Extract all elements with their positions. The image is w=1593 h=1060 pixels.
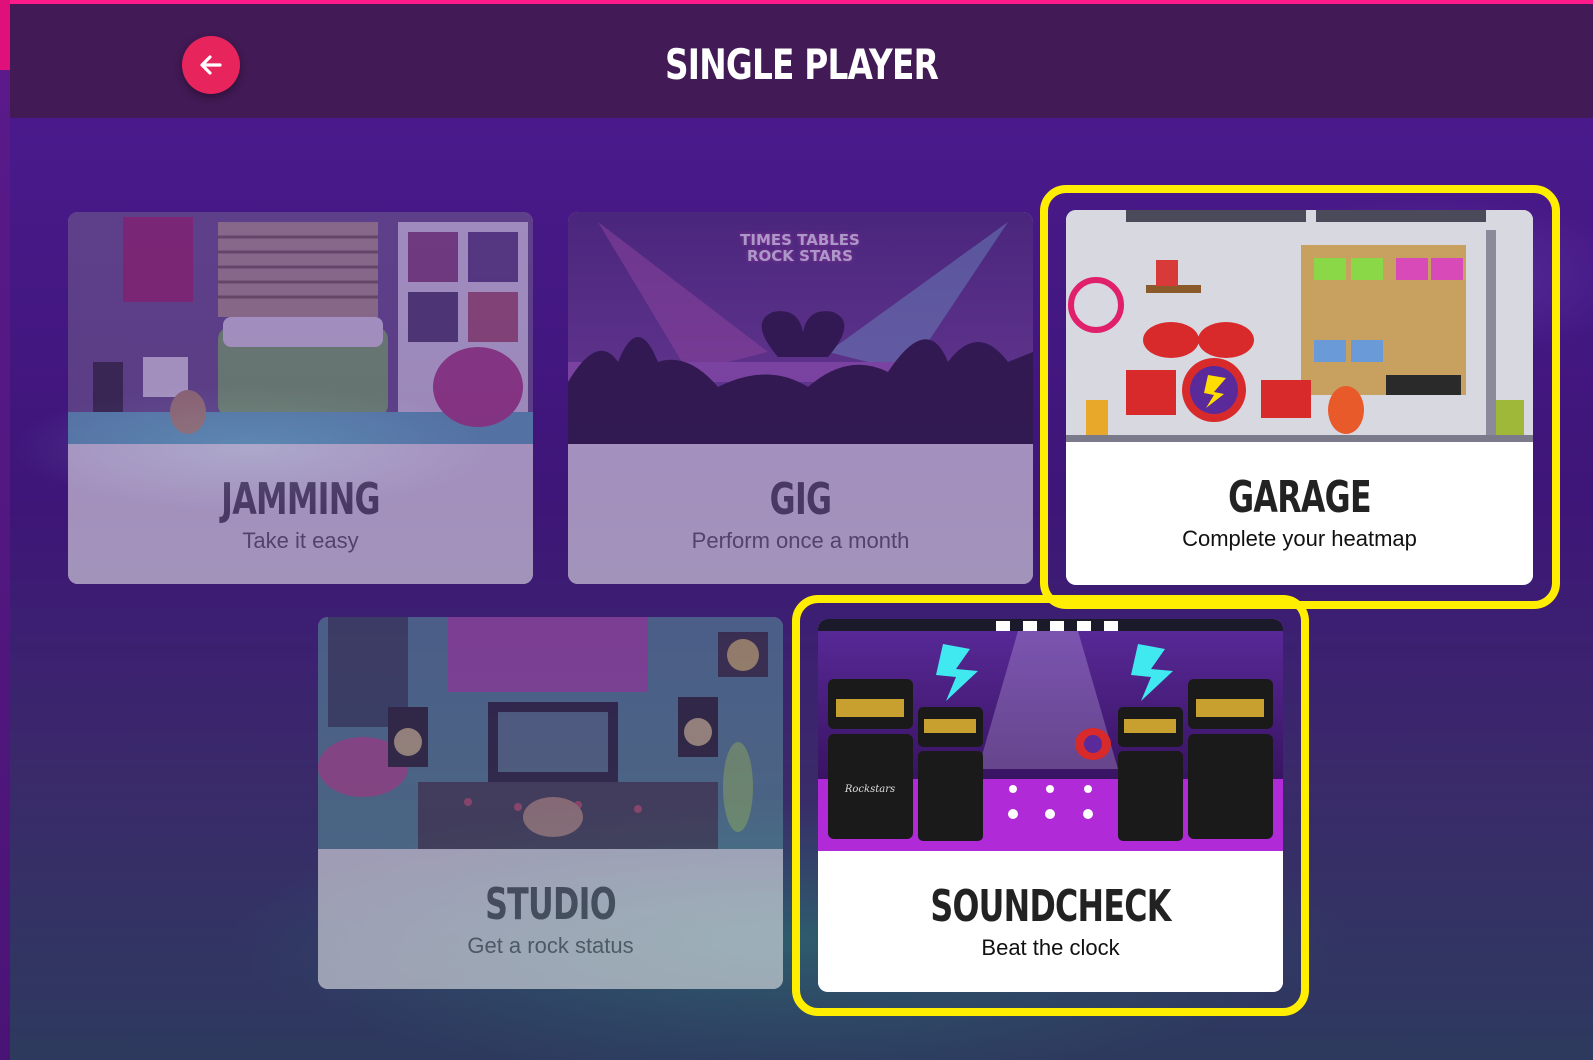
mode-title: GIG	[769, 474, 832, 525]
mode-card-garage[interactable]: GARAGE Complete your heatmap	[1066, 210, 1533, 585]
header-bar: SINGLE PLAYER	[10, 4, 1593, 118]
mode-subtitle: Complete your heatmap	[1182, 526, 1417, 551]
mode-subtitle: Beat the clock	[981, 935, 1120, 960]
mode-card-soundcheck[interactable]: Rockstars SOUNDCHECK Beat the clock	[818, 619, 1283, 992]
garage-illustration	[1066, 210, 1533, 442]
mode-card-label-area: GIG Perform once a month	[568, 444, 1033, 584]
recording-studio-illustration	[318, 617, 783, 849]
mode-subtitle: Perform once a month	[691, 528, 910, 553]
mode-card-label-area: GARAGE Complete your heatmap	[1066, 442, 1533, 582]
mode-card-label-area: SOUNDCHECK Beat the clock	[818, 851, 1283, 991]
mode-title: STUDIO	[485, 879, 617, 930]
mode-card-gig[interactable]: TIMES TABLES ROCK STARS GIG Perform once…	[568, 212, 1033, 584]
mode-title: SOUNDCHECK	[930, 881, 1171, 932]
page-title: SINGLE PLAYER	[664, 40, 939, 89]
mode-title: GARAGE	[1228, 472, 1371, 523]
stage-amps-illustration: Rockstars	[818, 619, 1283, 851]
left-accent-bar	[0, 0, 10, 1060]
mode-card-studio[interactable]: STUDIO Get a rock status	[318, 617, 783, 989]
mode-subtitle: Get a rock status	[467, 933, 634, 958]
bedroom-illustration	[68, 212, 533, 444]
mode-card-label-area: JAMMING Take it easy	[68, 444, 533, 584]
mode-title: JAMMING	[221, 474, 380, 525]
amp-brand-label: Rockstars	[844, 784, 896, 795]
mode-card-label-area: STUDIO Get a rock status	[318, 849, 783, 989]
gig-logo: TIMES TABLES ROCK STARS	[740, 231, 860, 265]
mode-subtitle: Take it easy	[242, 528, 359, 553]
concert-crowd-illustration: TIMES TABLES ROCK STARS	[568, 212, 1033, 444]
mode-card-jamming[interactable]: JAMMING Take it easy	[68, 212, 533, 584]
